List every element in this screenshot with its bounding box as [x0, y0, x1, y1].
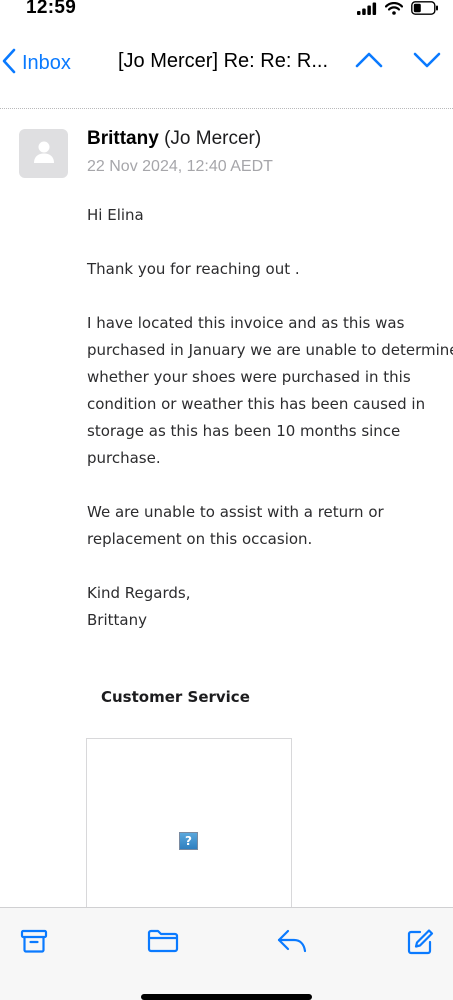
paragraph-line: purchase.	[87, 449, 161, 467]
paragraph-line: storage as this has been 10 months since	[87, 422, 401, 440]
sender-line[interactable]: Brittany (Jo Mercer)	[87, 128, 261, 150]
greeting: Hi Elina	[87, 206, 144, 224]
paragraph-1: I have located this invoice and as this …	[87, 310, 453, 472]
broken-image-icon: ?	[179, 832, 198, 850]
message-body: Hi Elina Thank you for reaching out . I …	[87, 202, 453, 634]
signal-icon	[357, 0, 377, 19]
paragraph-line: We are unable to assist with a return or	[87, 503, 384, 521]
signoff-name: Brittany	[87, 611, 147, 629]
chevron-up-icon[interactable]	[354, 50, 384, 74]
chevron-left-icon	[0, 48, 16, 78]
paragraph-line: purchased in January we are unable to de…	[87, 341, 453, 359]
bottom-toolbar	[0, 907, 453, 1000]
header-divider	[0, 108, 453, 109]
status-time: 12:59	[26, 0, 77, 18]
sign-off: Kind Regards, Brittany	[87, 580, 453, 634]
status-icons	[357, 0, 439, 19]
battery-icon	[411, 0, 439, 19]
paragraph-line: condition or weather this has been cause…	[87, 395, 426, 413]
person-icon	[33, 140, 55, 168]
message-subject: [Jo Mercer] Re: Re: R...	[118, 50, 329, 72]
back-button[interactable]: Inbox	[0, 48, 71, 78]
sent-date: 22 Nov 2024, 12:40 AEDT	[87, 158, 273, 175]
avatar[interactable]	[19, 129, 68, 178]
back-label: Inbox	[22, 51, 71, 74]
paragraph-2: We are unable to assist with a return or…	[87, 499, 453, 553]
sender-name: Brittany	[87, 128, 159, 149]
archive-icon[interactable]	[20, 928, 48, 958]
status-bar: 12:59	[0, 0, 453, 22]
sender-alias: (Jo Mercer)	[164, 128, 262, 149]
nav-bar: Inbox [Jo Mercer] Re: Re: R...	[0, 40, 453, 86]
closing: Kind Regards,	[87, 584, 191, 602]
embedded-image-placeholder[interactable]: ?	[86, 738, 292, 913]
paragraph-line: replacement on this occasion.	[87, 530, 313, 548]
thanks-line: Thank you for reaching out .	[87, 260, 300, 278]
reply-icon[interactable]	[276, 928, 308, 958]
home-indicator[interactable]	[141, 994, 312, 1000]
paragraph-line: I have located this invoice and as this …	[87, 314, 405, 332]
wifi-icon	[384, 0, 404, 19]
paragraph-line: whether your shoes were purchased in thi…	[87, 368, 411, 386]
folder-icon[interactable]	[147, 928, 179, 958]
compose-icon[interactable]	[406, 928, 434, 960]
chevron-down-icon[interactable]	[412, 50, 442, 74]
signature-title: Customer Service	[101, 688, 250, 706]
